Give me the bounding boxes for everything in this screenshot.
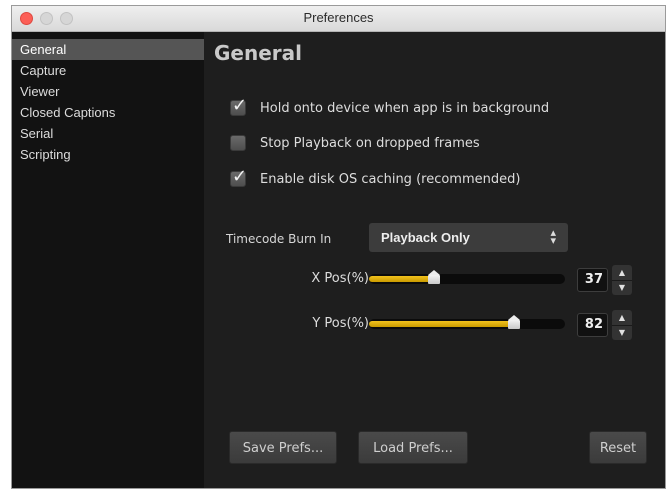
general-panel: General ✓ Hold onto device when app is i… <box>204 32 665 488</box>
y-pos-stepper[interactable]: ▲ ▼ <box>612 310 632 340</box>
disk-caching-row[interactable]: ✓ Enable disk OS caching (recommended) <box>230 167 521 189</box>
x-pos-stepper[interactable]: ▲ ▼ <box>612 265 632 295</box>
page-title: General <box>214 41 302 65</box>
save-prefs-button[interactable]: Save Prefs... <box>229 431 337 464</box>
sidebar-item-capture[interactable]: Capture <box>12 60 204 81</box>
x-pos-decrement-icon[interactable]: ▼ <box>612 280 632 295</box>
hold-device-checkbox[interactable]: ✓ <box>230 96 247 116</box>
preferences-window: Preferences General Capture Viewer Close… <box>11 5 666 489</box>
load-prefs-button[interactable]: Load Prefs... <box>358 431 468 464</box>
y-pos-slider[interactable] <box>369 315 565 329</box>
stop-playback-checkbox[interactable] <box>230 135 246 151</box>
hold-device-row[interactable]: ✓ Hold onto device when app is in backgr… <box>230 96 550 118</box>
window-title: Preferences <box>303 10 374 25</box>
y-pos-increment-icon[interactable]: ▲ <box>612 310 632 326</box>
y-pos-label: Y Pos(%) <box>312 316 369 331</box>
x-pos-label: X Pos(%) <box>311 271 369 286</box>
x-pos-input[interactable]: 37 <box>577 268 608 292</box>
sidebar-item-closed-captions[interactable]: Closed Captions <box>12 102 204 123</box>
x-pos-slider-fill <box>369 276 434 282</box>
reset-button[interactable]: Reset <box>589 431 647 464</box>
stop-playback-label: Stop Playback on dropped frames <box>260 135 480 151</box>
sidebar: General Capture Viewer Closed Captions S… <box>12 32 204 488</box>
timecode-burn-in-label: Timecode Burn In <box>226 232 332 246</box>
sidebar-item-scripting[interactable]: Scripting <box>12 144 204 165</box>
timecode-burn-in-select[interactable]: Playback Only ▴ ▾ <box>369 223 568 252</box>
title-bar: Preferences <box>12 6 665 32</box>
checkmark-icon: ✓ <box>232 95 248 116</box>
checkmark-icon: ✓ <box>232 166 248 187</box>
stop-playback-row[interactable]: Stop Playback on dropped frames <box>230 133 480 153</box>
y-pos-decrement-icon[interactable]: ▼ <box>612 325 632 340</box>
x-pos-slider-thumb[interactable] <box>427 270 441 284</box>
y-pos-slider-fill <box>369 321 514 327</box>
disk-caching-label: Enable disk OS caching (recommended) <box>260 171 521 187</box>
x-pos-slider[interactable] <box>369 270 565 284</box>
sidebar-item-general[interactable]: General <box>12 39 204 60</box>
sidebar-item-viewer[interactable]: Viewer <box>12 81 204 102</box>
hold-device-label: Hold onto device when app is in backgrou… <box>260 100 550 116</box>
updown-chevron-icon: ▴ ▾ <box>550 226 556 247</box>
timecode-burn-in-value: Playback Only <box>381 230 470 245</box>
sidebar-item-serial[interactable]: Serial <box>12 123 204 144</box>
disk-caching-checkbox[interactable]: ✓ <box>230 167 247 187</box>
y-pos-input[interactable]: 82 <box>577 313 608 337</box>
y-pos-slider-thumb[interactable] <box>507 315 521 329</box>
x-pos-increment-icon[interactable]: ▲ <box>612 265 632 281</box>
